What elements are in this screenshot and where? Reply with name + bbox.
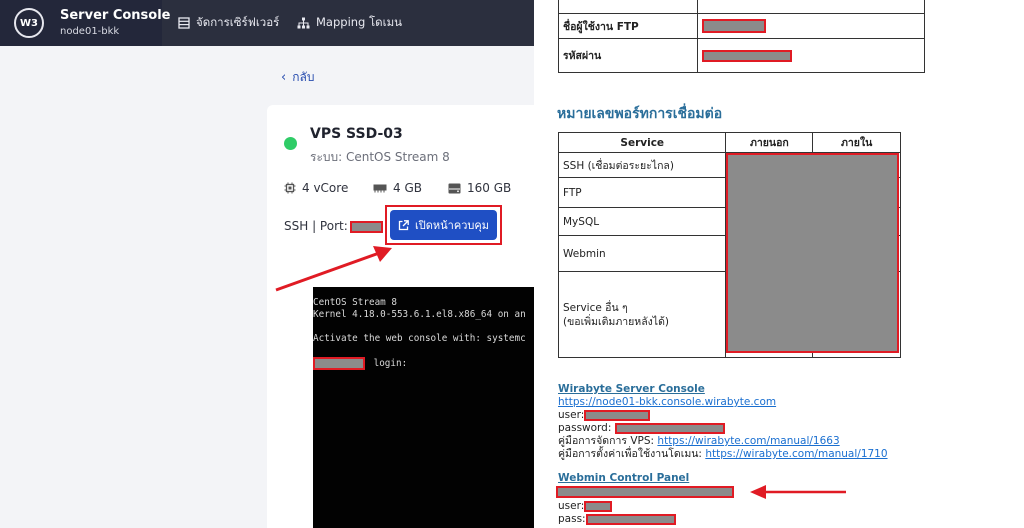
spec-ram-label: 4 GB — [393, 181, 422, 195]
port-row-ssh: SSH (เชื่อมต่อระยะไกล) — [557, 152, 727, 178]
back-label: กลับ — [292, 70, 315, 84]
webmin-pass-line: pass: — [558, 513, 676, 526]
manual-vps-link[interactable]: https://wirabyte.com/manual/1663 — [657, 435, 839, 447]
cpu-icon — [284, 182, 296, 194]
manual-vps-line: คู่มือการจัดการ VPS: https://wirabyte.co… — [558, 435, 840, 448]
wsc-user-label: user: — [558, 409, 585, 421]
redacted-wsc-password — [614, 422, 725, 434]
console-button-highlight: เปิดหน้าควบคุม — [385, 205, 502, 245]
ports-section-title: หมายเลขพอร์ทการเชื่อมต่อ — [557, 106, 723, 122]
brand-area[interactable]: W3 Server Console node01-bkk — [0, 0, 171, 46]
spec-disk: 160 GB — [448, 181, 511, 195]
redacted-password — [702, 49, 792, 62]
manual-domain-label: คู่มือการตั้งค่าเพื่อใช้งานโดเมน: — [558, 448, 702, 460]
port-row-ftp: FTP — [557, 177, 727, 208]
ports-header-service: Service — [557, 132, 727, 153]
nav-manage-servers-label: จัดการเซิร์ฟเวอร์ — [196, 15, 280, 29]
redacted-port-numbers — [726, 153, 899, 353]
webmin-pass-label: pass: — [558, 513, 586, 525]
redacted-webmin-user — [584, 500, 613, 512]
nav-manage-servers[interactable]: จัดการเซิร์ฟเวอร์ — [178, 14, 279, 32]
spec-cpu: 4 vCore — [284, 181, 348, 195]
port-row-other: Service อื่น ๆ (ขอเพิ่มเติมภายหลังได้) — [557, 271, 727, 358]
wsc-title[interactable]: Wirabyte Server Console — [558, 383, 705, 396]
brand-logo: W3 — [14, 8, 44, 38]
ports-header-external: ภายนอก — [725, 132, 814, 153]
port-row-other-note: (ขอเพิ่มเติมภายหลังได้) — [563, 315, 669, 328]
redacted-ftp-user — [702, 19, 766, 33]
ftp-user-value — [697, 13, 925, 39]
spec-ram: 4 GB — [373, 181, 422, 195]
nav-domain-mapping-label: Mapping โดเมน — [316, 15, 403, 29]
web-terminal[interactable]: CentOS Stream 8 Kernel 4.18.0-553.6.1.el… — [313, 287, 543, 528]
back-link[interactable]: ‹ กลับ — [281, 68, 314, 87]
wsc-password-label: password: — [558, 422, 612, 434]
external-link-icon — [398, 219, 409, 230]
redacted-wsc-user — [584, 409, 651, 421]
port-row-other-label: Service อื่น ๆ — [563, 301, 628, 314]
vps-name: VPS SSD-03 — [310, 126, 403, 142]
disk-icon — [448, 183, 461, 193]
port-row-mysql: MySQL — [557, 207, 727, 236]
terminal-login-prompt: login: — [373, 358, 408, 369]
webmin-title[interactable]: Webmin Control Panel — [558, 472, 689, 485]
webmin-title-link[interactable]: Webmin Control Panel — [558, 472, 689, 484]
status-dot — [284, 137, 297, 150]
vps-os: ระบบ: CentOS Stream 8 — [310, 150, 450, 164]
spec-cpu-label: 4 vCore — [302, 181, 349, 195]
ssh-port-label: SSH | Port: — [284, 219, 348, 233]
annotation-arrow-webmin — [750, 485, 846, 499]
ram-icon — [373, 184, 387, 193]
wsc-url-line[interactable]: https://node01-bkk.console.wirabyte.com — [558, 396, 776, 409]
webmin-user-line: user: — [558, 500, 613, 513]
credentials-table: ชื่อผู้ใช้งาน FTP รหัสผ่าน — [558, 0, 925, 73]
terminal-line-1: CentOS Stream 8 — [313, 297, 397, 308]
server-list-icon — [178, 17, 190, 29]
terminal-line-2: Kernel 4.18.0-553.6.1.el8.x86_64 on an — [313, 309, 526, 320]
sitemap-icon — [297, 17, 310, 29]
top-navbar: W3 Server Console node01-bkk จัดการเซิร์… — [0, 0, 540, 46]
webmin-user-label: user: — [558, 500, 585, 512]
port-row-webmin: Webmin — [557, 235, 727, 272]
terminal-login-line: login: — [313, 357, 407, 370]
chevron-left-icon: ‹ — [281, 70, 287, 85]
spec-disk-label: 160 GB — [467, 181, 512, 195]
brand-title: Server Console — [60, 8, 171, 23]
ports-header-internal: ภายใน — [812, 132, 901, 153]
password-value — [697, 38, 925, 73]
redacted-webmin-url — [556, 486, 734, 498]
open-console-label: เปิดหน้าควบคุม — [415, 219, 489, 232]
ftp-user-label: ชื่อผู้ใช้งาน FTP — [558, 13, 698, 39]
terminal-line-4: Activate the web console with: systemc — [313, 333, 526, 344]
manual-domain-line: คู่มือการตั้งค่าเพื่อใช้งานโดเมน: https:… — [558, 448, 888, 461]
redacted-ssh-port — [350, 221, 383, 233]
open-console-button[interactable]: เปิดหน้าควบคุม — [390, 210, 497, 240]
wsc-url-link[interactable]: https://node01-bkk.console.wirabyte.com — [558, 396, 776, 408]
nav-domain-mapping[interactable]: Mapping โดเมน — [297, 14, 402, 32]
wsc-user-line: user: — [558, 409, 651, 422]
screenshot-root: W3 Server Console node01-bkk จัดการเซิร์… — [0, 0, 1024, 528]
manual-domain-link[interactable]: https://wirabyte.com/manual/1710 — [705, 448, 887, 460]
brand-subtitle: node01-bkk — [60, 26, 120, 37]
redacted-hostname — [313, 357, 365, 370]
wsc-title-link[interactable]: Wirabyte Server Console — [558, 383, 705, 395]
password-label: รหัสผ่าน — [558, 38, 698, 73]
manual-vps-label: คู่มือการจัดการ VPS: — [558, 435, 655, 447]
redacted-webmin-pass — [585, 513, 676, 525]
wsc-password-line: password: — [558, 422, 725, 435]
